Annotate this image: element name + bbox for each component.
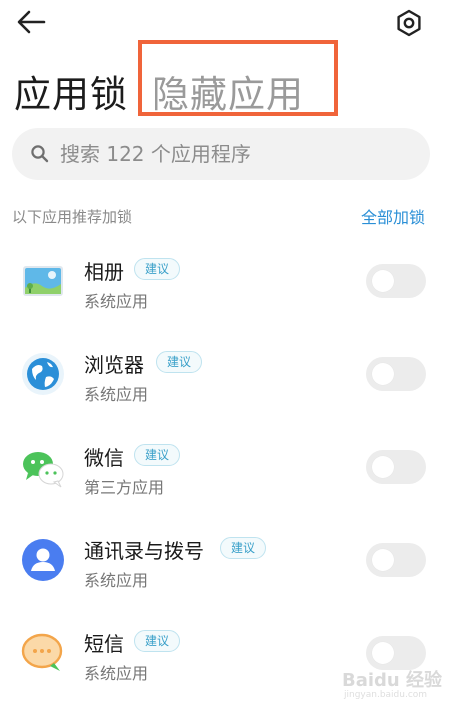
browser-icon	[22, 353, 64, 395]
lock-toggle-contacts[interactable]	[366, 543, 426, 577]
toggle-knob	[372, 363, 394, 385]
app-row-gallery[interactable]: 相册 建议 系统应用	[0, 240, 458, 330]
toggle-knob	[372, 642, 394, 664]
tab-hidden-apps[interactable]: 隐藏应用	[152, 64, 304, 118]
suggest-badge: 建议	[134, 444, 181, 466]
search-bar[interactable]	[12, 128, 430, 180]
toggle-knob	[372, 456, 394, 478]
app-name: 相册	[84, 260, 124, 284]
toggle-knob	[372, 270, 394, 292]
suggest-badge: 建议	[134, 258, 181, 280]
app-subtitle: 系统应用	[84, 292, 149, 311]
lock-toggle-wechat[interactable]	[366, 450, 426, 484]
app-subtitle: 第三方应用	[84, 478, 165, 497]
back-button[interactable]	[14, 6, 50, 38]
suggest-badge: 建议	[220, 537, 267, 559]
lock-toggle-messages[interactable]	[366, 636, 426, 670]
app-subtitle: 系统应用	[84, 664, 149, 683]
app-name: 微信	[84, 446, 124, 470]
section-header: 以下应用推荐加锁 全部加锁	[0, 204, 458, 228]
lock-toggle-gallery[interactable]	[366, 264, 426, 298]
search-input[interactable]	[60, 128, 420, 180]
wechat-icon	[23, 452, 64, 488]
settings-button[interactable]	[392, 6, 426, 40]
app-row-contacts[interactable]: 通讯录与拨号 建议 系统应用	[0, 519, 458, 609]
messages-icon	[21, 633, 63, 671]
app-subtitle: 系统应用	[84, 385, 149, 404]
app-row-wechat[interactable]: 微信 建议 第三方应用	[0, 426, 458, 516]
lock-all-button[interactable]: 全部加锁	[361, 204, 425, 228]
back-arrow-icon	[17, 10, 46, 34]
toggle-knob	[372, 549, 394, 571]
contacts-icon	[22, 539, 64, 581]
gear-icon	[397, 9, 421, 37]
gallery-icon	[23, 266, 63, 296]
section-title: 以下应用推荐加锁	[12, 208, 133, 226]
tab-bar: 应用锁 隐藏应用	[0, 56, 458, 118]
tab-app-lock[interactable]: 应用锁	[14, 64, 128, 118]
app-name: 通讯录与拨号	[84, 539, 204, 563]
suggest-badge: 建议	[156, 351, 203, 373]
app-name: 浏览器	[84, 353, 144, 377]
suggest-badge: 建议	[134, 630, 181, 652]
app-row-messages[interactable]: 短信 建议 系统应用	[0, 612, 458, 702]
app-row-browser[interactable]: 浏览器 建议 系统应用	[0, 333, 458, 423]
top-bar	[0, 0, 458, 46]
app-subtitle: 系统应用	[84, 571, 149, 590]
lock-toggle-browser[interactable]	[366, 357, 426, 391]
search-icon	[31, 145, 49, 163]
app-name: 短信	[84, 632, 124, 656]
